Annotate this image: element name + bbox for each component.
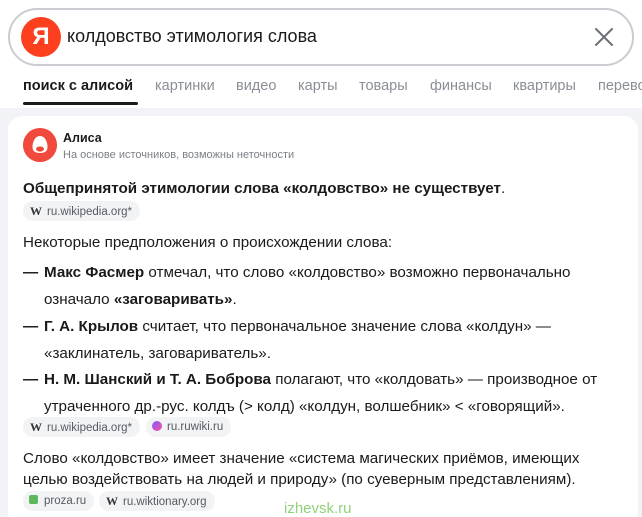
list-item-author: Г. А. Крылов — [44, 318, 139, 335]
source-chip-proza[interactable]: proza.ru — [23, 491, 95, 511]
source-chip-wikipedia[interactable]: Wru.wikipedia.org* — [23, 201, 141, 221]
search-box[interactable]: Я колдовство этимология слова — [8, 8, 634, 66]
list-dash: — — [23, 371, 39, 388]
source-chip-label: ru.wikipedia.org* — [47, 206, 133, 218]
yandex-logo-icon[interactable]: Я — [21, 17, 61, 57]
tab-translate[interactable]: перево — [598, 78, 642, 94]
tab-images[interactable]: картинки — [155, 78, 215, 94]
close-icon[interactable] — [592, 25, 616, 49]
answer-headline: Общепринятой этимологии слова «колдовств… — [23, 178, 505, 199]
list-item-tail: . — [232, 291, 237, 308]
list-dash: — — [23, 318, 39, 335]
tab-video[interactable]: видео — [236, 78, 276, 94]
tab-products[interactable]: товары — [359, 78, 408, 94]
proza-icon — [29, 495, 38, 504]
search-tabs: поиск с алисой картинки видео карты това… — [0, 68, 642, 108]
alisa-icon — [23, 128, 57, 162]
ruwiki-icon — [152, 421, 162, 431]
tab-maps[interactable]: карты — [298, 78, 338, 94]
list-item-author: Макс Фасмер — [44, 264, 145, 281]
active-tab-indicator — [23, 102, 138, 105]
answer-source-name: Алиса — [63, 131, 102, 145]
list-item-emphasis: «заговаривать» — [113, 291, 233, 308]
top-bar: Я колдовство этимология слова поиск с ал… — [0, 0, 642, 108]
list-item: Н. М. Шанский и Т. А. Боброва полагают, … — [44, 366, 629, 420]
list-item: Г. А. Крылов считает, что первоначальное… — [44, 313, 629, 367]
list-item-author: Н. М. Шанский и Т. А. Боброва — [44, 371, 271, 388]
watermark: izhevsk.ru — [284, 500, 352, 517]
tab-alisa-search[interactable]: поиск с алисой — [23, 78, 133, 94]
source-chip-label: proza.ru — [44, 495, 87, 507]
list-dash: — — [23, 264, 39, 281]
wikipedia-icon: W — [30, 420, 42, 434]
wiktionary-icon: W — [106, 494, 118, 508]
source-chip-label: ru.wikipedia.org* — [47, 422, 133, 434]
source-chip-label: ru.wiktionary.org — [123, 496, 207, 508]
headline-bold: Общепринятой этимологии слова «колдовств… — [23, 180, 501, 197]
search-input[interactable]: колдовство этимология слова — [67, 26, 317, 47]
source-chip-wikipedia[interactable]: Wru.wikipedia.org* — [23, 417, 141, 437]
tab-apartments[interactable]: квартиры — [513, 78, 576, 94]
wikipedia-icon: W — [30, 204, 42, 218]
headline-tail: . — [500, 180, 506, 197]
source-chip-wiktionary[interactable]: Wru.wiktionary.org — [99, 491, 215, 511]
answer-closing: Слово «колдовство» имеет значение «систе… — [23, 450, 580, 488]
list-item: Макс Фасмер отмечал, что слово «колдовст… — [44, 259, 629, 313]
source-chip-label: ru.ruwiki.ru — [167, 421, 224, 433]
alisa-answer-card: Алиса На основе источников, возможны нет… — [8, 116, 638, 517]
answer-intro: Некоторые предположения о происхождении … — [23, 234, 393, 251]
answer-disclaimer: На основе источников, возможны неточност… — [63, 149, 295, 161]
tab-finance[interactable]: финансы — [430, 78, 492, 94]
source-chip-ruwiki[interactable]: ru.ruwiki.ru — [146, 417, 232, 437]
yandex-logo-letter: Я — [32, 23, 50, 50]
